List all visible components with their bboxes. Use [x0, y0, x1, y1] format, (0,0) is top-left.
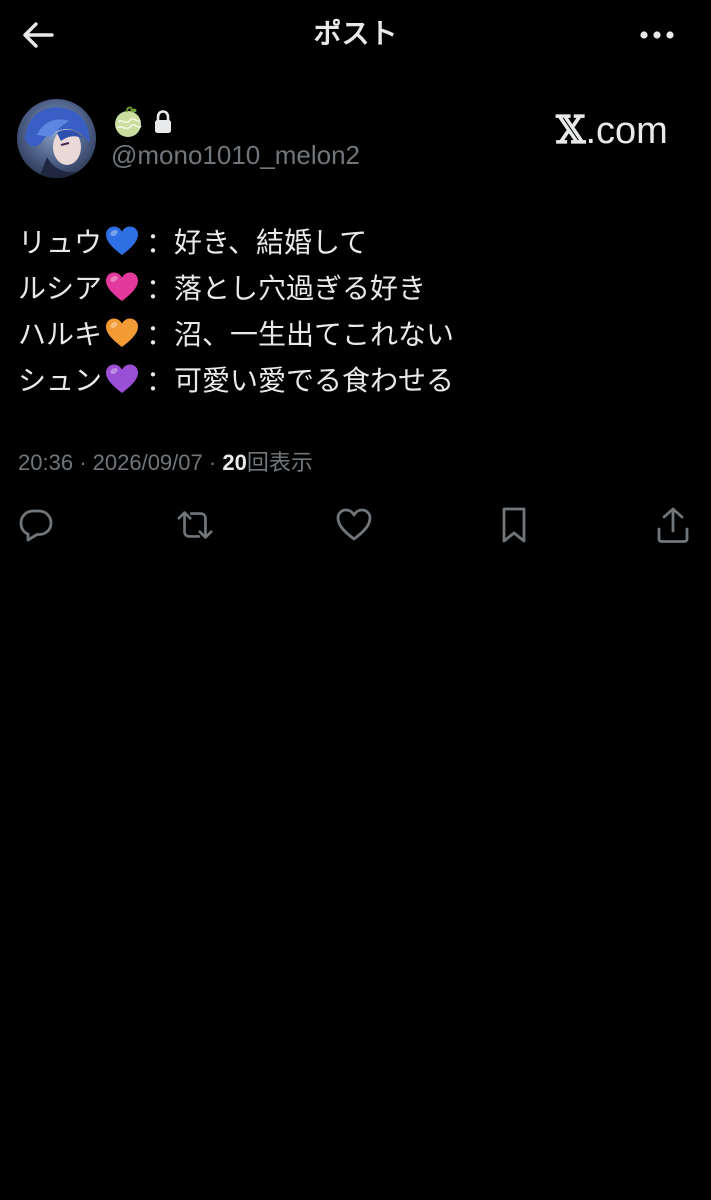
views-label: 回表示: [246, 450, 313, 475]
post-meta: 20:36 · 2026/09/07 · 20回表示: [18, 447, 313, 479]
like-button[interactable]: [334, 505, 374, 545]
more-horizontal-icon: [640, 31, 674, 39]
more-button[interactable]: [634, 18, 680, 52]
views-count: 20: [222, 450, 247, 475]
pink-heart-icon: [106, 272, 139, 301]
display-name[interactable]: [112, 105, 174, 139]
line-text: ：可愛い愛でる食わせる: [146, 364, 455, 397]
x-com-watermark: 𝕏.com: [556, 108, 668, 153]
character-name: リュウ: [18, 226, 103, 259]
username[interactable]: @mono1010_melon2: [111, 138, 360, 172]
share-icon: [657, 507, 689, 543]
line-text: ：沼、一生出てこれない: [146, 318, 455, 351]
character-name: ハルキ: [18, 318, 103, 351]
avatar-image: [17, 99, 96, 178]
meta-separator: ·: [208, 450, 217, 475]
character-name: シュン: [18, 364, 103, 397]
lock-icon: [155, 110, 171, 133]
tweet-line: シュン ：可愛い愛でる食わせる: [18, 356, 698, 402]
share-button[interactable]: [653, 505, 693, 545]
repost-button[interactable]: [175, 505, 215, 545]
post-time[interactable]: 20:36: [18, 450, 73, 475]
reply-button[interactable]: [16, 505, 56, 545]
line-text: ：落とし穴過ぎる好き: [146, 272, 427, 305]
orange-heart-icon: [106, 318, 139, 347]
character-name: ルシア: [18, 272, 103, 305]
tweet-text: リュウ ：好き、結婚して ルシア ：落とし穴過ぎる好き ハルキ ：沼、一生出てこ…: [18, 218, 698, 402]
bookmark-button[interactable]: [494, 505, 534, 545]
repost-icon: [177, 511, 213, 539]
melon-icon: [115, 106, 142, 137]
post-date[interactable]: 2026/09/07: [93, 450, 203, 475]
page-title: ポスト: [313, 17, 398, 50]
purple-heart-icon: [106, 364, 139, 393]
blue-heart-icon: [106, 226, 139, 255]
avatar[interactable]: [17, 99, 96, 178]
tweet-line: ルシア ：落とし穴過ぎる好き: [18, 264, 698, 310]
arrow-left-icon: [23, 22, 54, 48]
action-bar: [0, 505, 711, 549]
watermark-text: .com: [585, 110, 668, 152]
tweet-line: リュウ ：好き、結婚して: [18, 218, 698, 264]
top-bar: ポスト: [0, 0, 711, 70]
bookmark-icon: [502, 507, 526, 543]
heart-outline-icon: [336, 508, 372, 541]
meta-separator: ·: [79, 450, 87, 475]
line-text: ：好き、結婚して: [146, 226, 368, 259]
back-button[interactable]: [18, 18, 58, 52]
x-logo-icon: 𝕏: [556, 107, 586, 152]
reply-icon: [19, 509, 53, 542]
tweet-line: ハルキ ：沼、一生出てこれない: [18, 310, 698, 356]
